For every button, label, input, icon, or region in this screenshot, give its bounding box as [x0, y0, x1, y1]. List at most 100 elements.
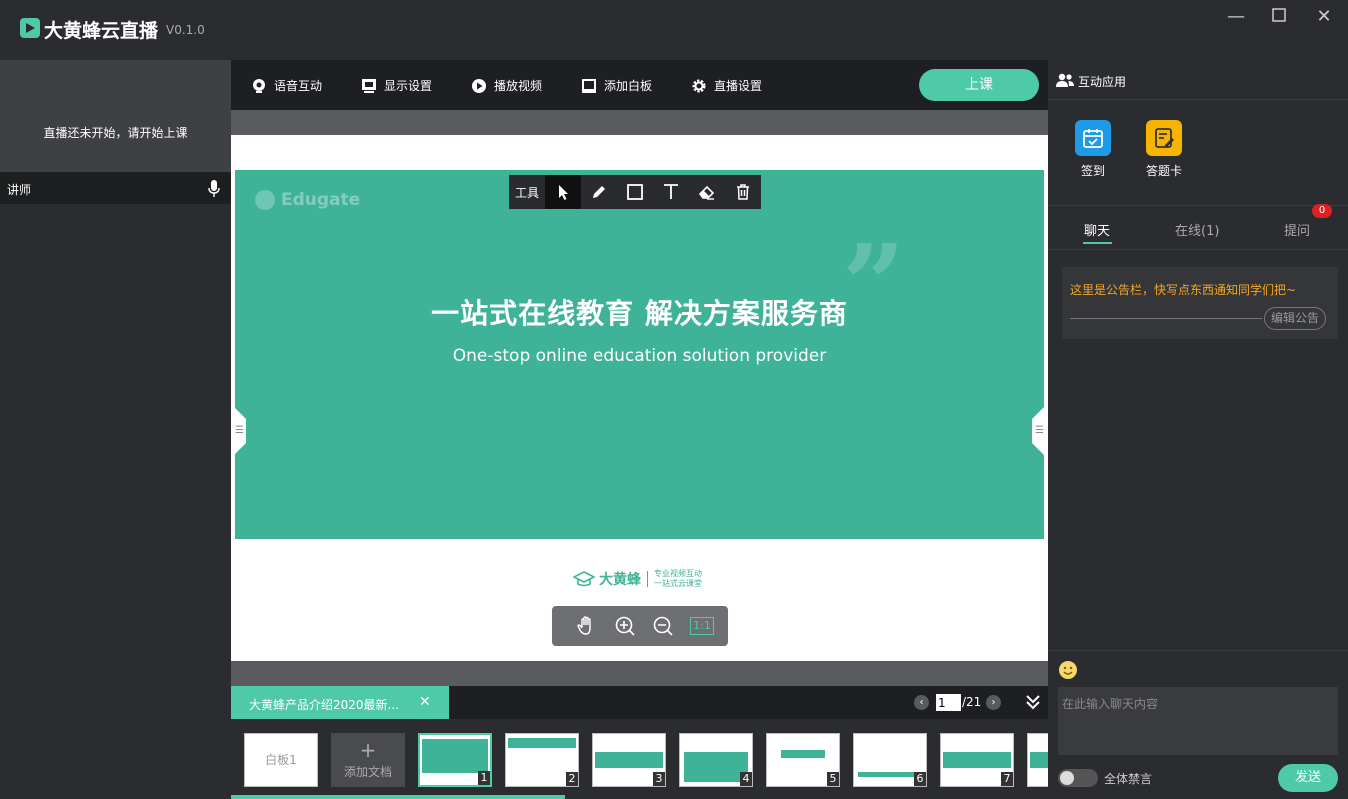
thumbnail-number: 5: [827, 772, 839, 786]
chat-input[interactable]: [1058, 687, 1338, 755]
live-settings-button[interactable]: 直播设置: [691, 77, 762, 94]
brand-slogan-line-2: 一站式云课堂: [654, 579, 702, 588]
thumbnail-preview: [858, 772, 922, 777]
tools-label: 工具: [514, 185, 539, 200]
slide-thumbnail-partial[interactable]: [1027, 733, 1048, 787]
answer-card-button[interactable]: 答题卡: [1139, 120, 1189, 179]
thumbnail-number: 3: [653, 772, 665, 786]
display-settings-label: 显示设置: [384, 79, 433, 93]
rectangle-tool-button[interactable]: [617, 175, 653, 209]
list-left-icon: ☰: [235, 425, 244, 436]
text-tool-button[interactable]: [653, 175, 689, 209]
edit-announcement-button[interactable]: 编辑公告: [1264, 307, 1326, 330]
live-settings-label: 直播设置: [714, 79, 763, 93]
send-button[interactable]: 发送: [1278, 764, 1338, 792]
add-document-label: 添加文档: [343, 765, 392, 779]
pen-tool-button[interactable]: [581, 175, 617, 209]
thumbnail-strip: 白板1 + 添加文档 1 2 3 4 5 6 7: [231, 719, 1048, 799]
announcement-divider: [1070, 318, 1262, 319]
next-page-button[interactable]: ›: [986, 695, 1001, 710]
eraser-tool-button[interactable]: [689, 175, 725, 209]
text-icon: [664, 184, 678, 199]
display-settings-button[interactable]: 显示设置: [361, 77, 432, 94]
emoji-icon[interactable]: [1058, 660, 1078, 680]
maximize-icon: [1272, 8, 1286, 22]
actual-size-button[interactable]: 1:1: [690, 617, 714, 635]
hand-icon: [577, 616, 591, 635]
slide-thumbnail[interactable]: 4: [679, 733, 753, 787]
voice-icon: [253, 78, 265, 93]
play-icon: [472, 78, 486, 93]
slide-watermark: Edugate: [255, 190, 360, 210]
check-in-label: 签到: [1080, 164, 1105, 178]
brand-slogan: 专业视频互动 一站式云课堂: [654, 569, 702, 589]
start-class-button[interactable]: 上课: [919, 69, 1039, 101]
app-logo-icon: [20, 18, 40, 38]
zoom-toolbar: 1:1: [552, 606, 728, 646]
thumbnail-preview: [943, 752, 1011, 768]
thumbnail-scrollbar[interactable]: [231, 795, 565, 799]
play-video-label: 播放视频: [494, 79, 543, 93]
zoom-in-button[interactable]: [606, 606, 644, 646]
rectangle-icon: [627, 184, 643, 200]
whiteboard-icon: [582, 78, 596, 93]
slide-thumbnail[interactable]: 2: [505, 733, 579, 787]
thumbnail-number: 1: [478, 771, 490, 785]
mute-all-toggle[interactable]: [1058, 769, 1098, 787]
app-title: 大黄蜂云直播: [44, 20, 159, 42]
slide-thumbnail[interactable]: 6: [853, 733, 927, 787]
prev-page-button[interactable]: ‹: [914, 695, 929, 710]
collapse-chevron-icon[interactable]: [1024, 692, 1042, 712]
document-tab-name: 大黄蜂产品介绍2020最新...: [249, 698, 399, 712]
voice-interaction-button[interactable]: 语音互动: [251, 77, 322, 94]
whiteboard-thumbnail[interactable]: 白板1: [244, 733, 318, 787]
tab-questions[interactable]: 提问: [1284, 220, 1310, 239]
select-tool-button[interactable]: [545, 175, 581, 209]
minimize-button[interactable]: —: [1226, 8, 1246, 26]
edit-card-icon: [1146, 120, 1182, 156]
brand-divider: [647, 571, 648, 587]
clear-tool-button[interactable]: [725, 175, 761, 209]
cursor-icon: [559, 185, 568, 200]
slide-thumbnail[interactable]: 1: [418, 733, 492, 787]
page-number-input[interactable]: [936, 694, 961, 711]
video-status-message: 直播还未开始，请开始上课: [43, 126, 188, 140]
tab-online[interactable]: 在线(1): [1175, 220, 1219, 239]
microphone-icon[interactable]: [208, 180, 220, 197]
edugate-logo-icon: [255, 190, 275, 210]
zoom-in-icon: [615, 616, 635, 636]
slide-subtitle: One-stop online education solution provi…: [452, 346, 827, 366]
thumbnail-number: 2: [566, 772, 578, 786]
close-window-button[interactable]: ✕: [1314, 8, 1334, 26]
lecturer-video: 直播还未开始，请开始上课: [0, 60, 231, 172]
lecturer-label: 讲师: [7, 183, 32, 197]
thumbnail-preview: [781, 750, 825, 758]
tools-menu-button[interactable]: 工具: [509, 175, 545, 209]
slide-thumbnail[interactable]: 3: [592, 733, 666, 787]
thumbnail-number: 6: [914, 772, 926, 786]
active-tab-indicator: [1083, 242, 1112, 244]
interactive-apps-header: 互动应用: [1048, 60, 1348, 100]
add-whiteboard-button[interactable]: 添加白板: [581, 77, 652, 94]
interactive-apps-label: 互动应用: [1078, 75, 1127, 89]
zoom-out-icon: [653, 616, 673, 636]
slide-thumbnail[interactable]: 7: [940, 733, 1014, 787]
lecturer-panel: 直播还未开始，请开始上课 讲师: [0, 60, 231, 799]
add-document-button[interactable]: + 添加文档: [331, 733, 405, 787]
zoom-out-button[interactable]: [644, 606, 682, 646]
check-in-button[interactable]: 签到: [1068, 120, 1118, 179]
tab-chat[interactable]: 聊天: [1084, 220, 1110, 239]
mute-all-label: 全体禁言: [1104, 772, 1153, 786]
maximize-button[interactable]: [1269, 8, 1289, 26]
play-video-button[interactable]: 播放视频: [471, 77, 542, 94]
answer-card-label: 答题卡: [1145, 164, 1182, 178]
document-tab[interactable]: 大黄蜂产品介绍2020最新... ✕: [231, 686, 449, 719]
close-document-button[interactable]: ✕: [419, 694, 431, 710]
list-right-icon: ☰: [1035, 425, 1044, 436]
thumbnail-number: 4: [740, 772, 752, 786]
thumbnail-number: 7: [1001, 772, 1013, 786]
pan-button[interactable]: [568, 606, 606, 646]
thumbnail-preview: [684, 752, 748, 782]
brand-name: 大黄蜂: [599, 572, 641, 588]
slide-thumbnail[interactable]: 5: [766, 733, 840, 787]
